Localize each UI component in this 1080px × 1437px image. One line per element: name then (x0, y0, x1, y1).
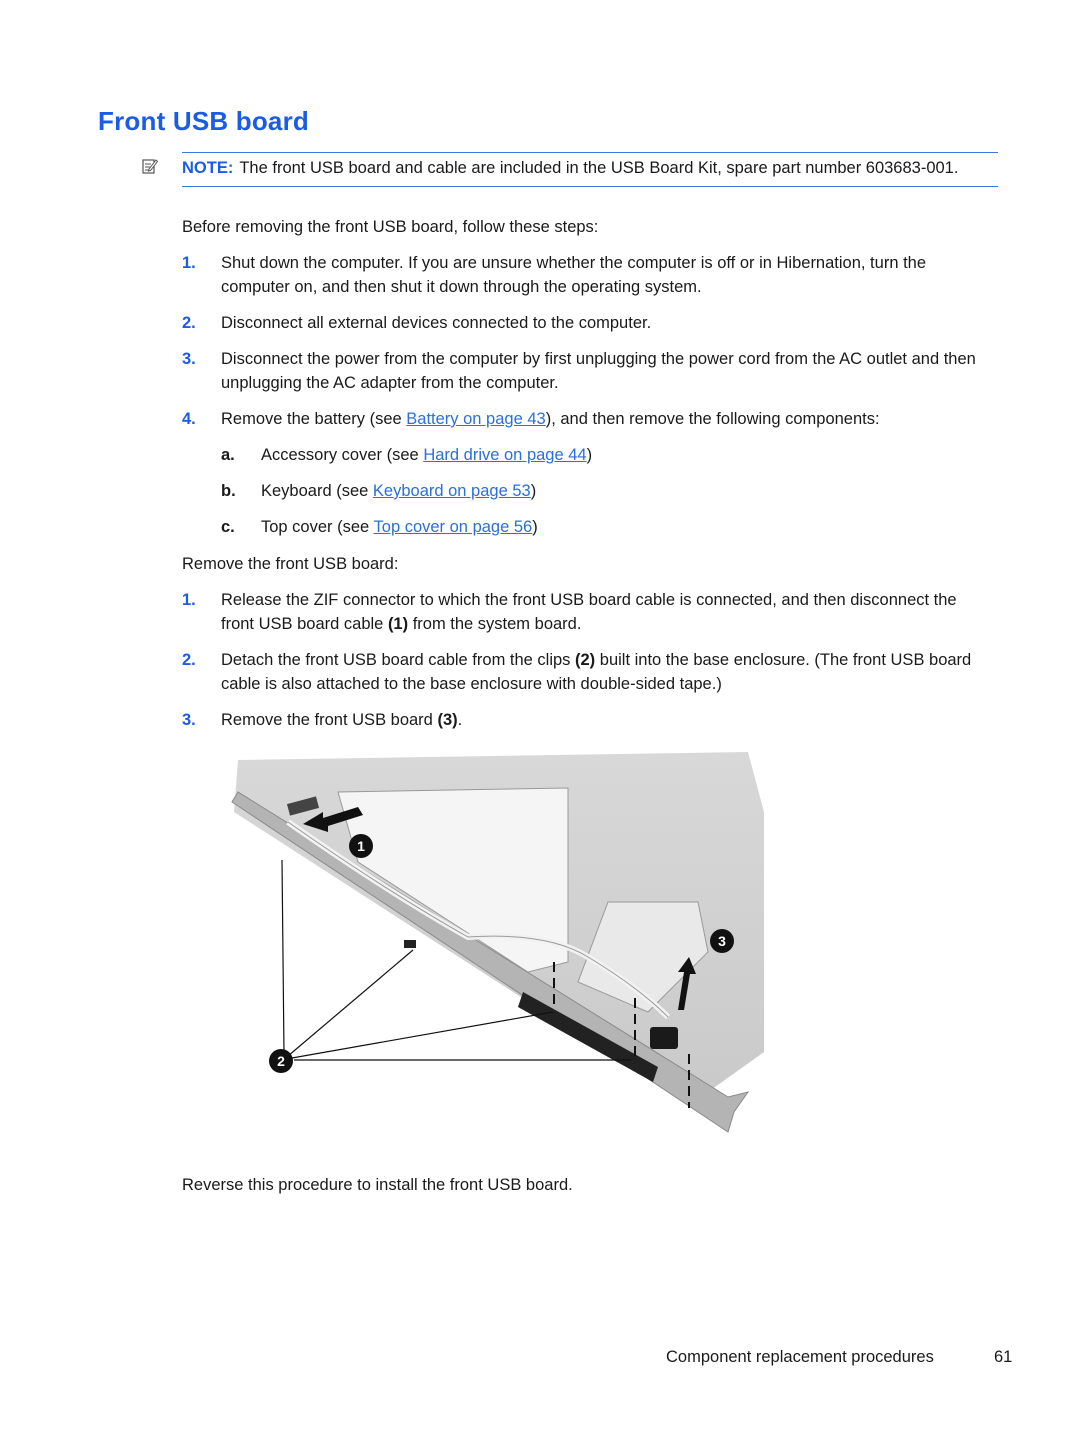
before-intro: Before removing the front USB board, fol… (182, 218, 599, 236)
step-number: 3. (182, 711, 196, 729)
before-step-4: 4. Remove the battery (see Battery on pa… (182, 407, 992, 431)
note-icon (142, 159, 158, 174)
sub-step-text: ) (586, 446, 593, 464)
step-number: 2. (182, 314, 196, 332)
usb-board-illustration: 1 3 2 (231, 752, 764, 1133)
sub-step-letter: c. (221, 518, 235, 536)
callout-ref: (3) (437, 711, 458, 729)
top-cover-link[interactable]: Top cover on page 56 (374, 518, 533, 536)
step-number: 2. (182, 651, 196, 669)
step-text: Disconnect the power from the computer b… (221, 350, 976, 392)
step-text: Disconnect all external devices connecte… (221, 314, 652, 332)
step-number: 3. (182, 350, 196, 368)
sub-step-text: ) (532, 518, 538, 536)
note-box: NOTE: The front USB board and cable are i… (142, 152, 998, 187)
sub-step-letter: b. (221, 482, 236, 500)
closing-text: Reverse this procedure to install the fr… (182, 1176, 573, 1194)
before-step-3: 3. Disconnect the power from the compute… (182, 347, 992, 395)
sub-step-letter: a. (221, 446, 235, 464)
step-text: Detach the front USB board cable from th… (221, 651, 576, 669)
step-text: Remove the front USB board (221, 711, 438, 729)
callout-3-label: 3 (718, 933, 726, 949)
note-text: The front USB board and cable are includ… (239, 159, 959, 177)
step-text: Release the ZIF connector to which the f… (221, 591, 957, 633)
remove-step-3: 3. Remove the front USB board (3). (182, 708, 992, 732)
keyboard-link[interactable]: Keyboard on page 53 (373, 482, 531, 500)
sub-step-a: a. Accessory cover (see Hard drive on pa… (221, 443, 592, 467)
note-label: NOTE: (182, 159, 234, 177)
remove-intro: Remove the front USB board: (182, 555, 399, 573)
sub-step-text: ) (530, 482, 537, 500)
callout-ref: (2) (575, 651, 596, 669)
sub-step-text: Top cover (see (261, 518, 374, 536)
sub-step-text: Accessory cover (see (261, 446, 424, 464)
hard-drive-link[interactable]: Hard drive on page 44 (423, 446, 586, 464)
callout-ref: (1) (387, 615, 409, 633)
usb-port (650, 1027, 678, 1049)
sub-step-b: b. Keyboard (see Keyboard on page 53) (221, 479, 536, 503)
step-number: 4. (182, 410, 196, 428)
step-number: 1. (182, 591, 196, 609)
battery-link[interactable]: Battery on page 43 (406, 410, 545, 428)
cable-clip (404, 940, 416, 948)
callout-1-label: 1 (357, 838, 365, 854)
step-text: from the system board. (408, 615, 582, 633)
step-number: 1. (182, 254, 196, 272)
sub-step-text: Keyboard (see (261, 482, 373, 500)
page-number: 61 (994, 1348, 1013, 1366)
step-text: Shut down the computer. If you are unsur… (221, 254, 927, 296)
footer-section: Component replacement procedures (666, 1348, 934, 1366)
step-text: . (457, 711, 463, 729)
sub-step-c: c. Top cover (see Top cover on page 56) (221, 515, 538, 539)
callout-2-label: 2 (277, 1053, 285, 1069)
step-text: Remove the battery (see (221, 410, 407, 428)
page-title: Front USB board (98, 106, 309, 136)
step-text: ), and then remove the following compone… (545, 410, 880, 428)
remove-step-2: 2. Detach the front USB board cable from… (182, 648, 992, 696)
before-step-1: 1. Shut down the computer. If you are un… (182, 251, 992, 299)
before-step-2: 2. Disconnect all external devices conne… (182, 311, 992, 335)
remove-step-1: 1. Release the ZIF connector to which th… (182, 588, 992, 636)
